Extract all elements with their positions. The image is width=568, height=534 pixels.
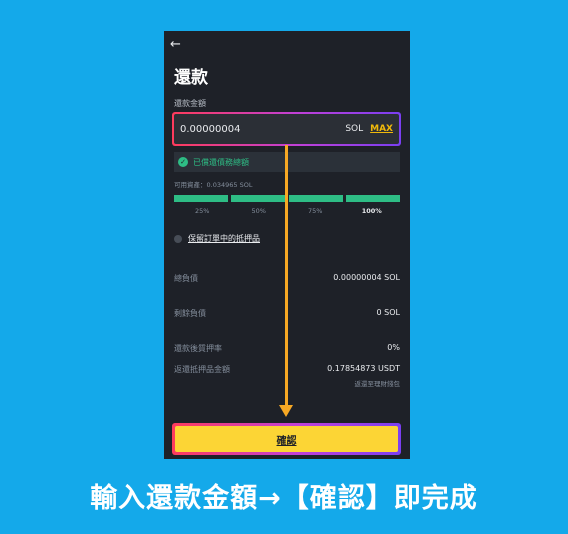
percent-option[interactable]: 75%: [287, 207, 344, 215]
repay-amount-field-highlight: SOL MAX: [172, 112, 401, 146]
confirm-button-highlight[interactable]: 確認: [172, 423, 401, 455]
instruction-caption: 輸入還款金額→【確認】即完成: [90, 483, 478, 514]
page-title: 還款: [174, 68, 208, 88]
collateral-return-label: 返還抵押品金額: [174, 365, 230, 374]
repay-amount-field: SOL MAX: [174, 114, 399, 144]
total-debt-label: 總負債: [174, 274, 198, 283]
repay-amount-label: 還款金額: [174, 99, 206, 108]
total-debt-value: 0.00000004 SOL: [333, 273, 400, 282]
return-destination-note: 返還至理財錢包: [354, 380, 401, 388]
percent-option[interactable]: 50%: [231, 207, 288, 215]
back-arrow-icon[interactable]: ←: [170, 38, 181, 51]
radio-icon[interactable]: [174, 234, 182, 243]
check-circle-icon: ✓: [178, 157, 188, 167]
percent-option[interactable]: 25%: [174, 207, 231, 215]
ltv-after-label: 還款後質押率: [174, 344, 222, 353]
repay-amount-input[interactable]: [180, 123, 346, 135]
repay-all-label: 已償還債務總額: [193, 157, 249, 167]
percent-bar-75[interactable]: [288, 195, 343, 202]
collateral-return-value: 0.17854873 USDT: [327, 364, 400, 373]
percent-bar-25[interactable]: [174, 195, 229, 202]
ltv-after-value: 0%: [387, 343, 400, 352]
keep-collateral-label[interactable]: 保留訂單中的抵押品: [188, 233, 260, 244]
guide-arrow-line: [285, 145, 288, 407]
repay-amount-unit: SOL: [345, 124, 364, 134]
remaining-debt-value: 0 SOL: [376, 308, 400, 317]
available-balance: 可用資產：0.034965 SOL: [174, 181, 253, 189]
keep-collateral-option[interactable]: 保留訂單中的抵押品: [174, 233, 260, 244]
remaining-debt-label: 剩餘負債: [174, 309, 206, 318]
percent-bar-50[interactable]: [231, 195, 286, 202]
confirm-button[interactable]: 確認: [175, 426, 398, 452]
percent-option-selected[interactable]: 100%: [344, 207, 401, 215]
guide-arrow-down-icon: [279, 405, 293, 417]
percent-bar-100[interactable]: [345, 195, 400, 202]
max-button[interactable]: MAX: [370, 124, 393, 134]
